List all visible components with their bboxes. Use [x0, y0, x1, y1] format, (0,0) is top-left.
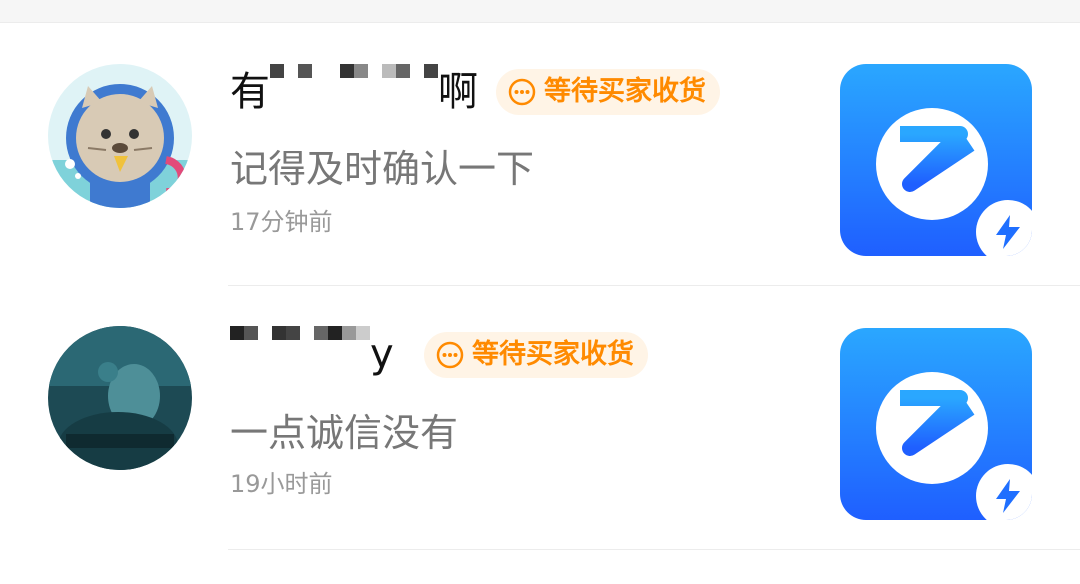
last-message: 记得及时确认一下	[230, 147, 535, 191]
item-thumbnail[interactable]	[840, 64, 1032, 256]
status-badge: 等待买家收货	[424, 332, 648, 378]
name-mosaic	[270, 64, 438, 116]
name-visible-start: 有	[230, 69, 270, 115]
name-visible-end: 啊	[438, 69, 478, 115]
top-strip	[0, 0, 1080, 23]
seal-astronaut-avatar	[48, 64, 192, 208]
timestamp: 19小时前	[230, 470, 333, 498]
last-message: 一点诚信没有	[230, 411, 459, 455]
avatar[interactable]	[48, 64, 192, 208]
conversation-item[interactable]: y 等待买家收货 一点诚信没有 19小时前	[0, 288, 1080, 550]
dots-circle-icon	[436, 341, 464, 369]
dark-portrait-avatar	[48, 326, 192, 470]
divider	[228, 549, 1080, 550]
item-thumbnail[interactable]	[840, 328, 1032, 520]
lightning-icon	[996, 479, 1020, 513]
status-badge: 等待买家收货	[496, 69, 720, 115]
conversation-item[interactable]: 有啊 等待买家收货 记得及时确认一下 17分钟前	[0, 24, 1080, 286]
contact-name[interactable]: y	[230, 326, 394, 380]
divider	[228, 285, 1080, 286]
dots-circle-icon	[508, 78, 536, 106]
status-badge-label: 等待买家收货	[472, 339, 634, 370]
contact-name[interactable]: 有啊	[230, 64, 478, 118]
name-visible-end: y	[370, 331, 394, 377]
status-badge-label: 等待买家收货	[544, 76, 706, 107]
bolt-badge	[976, 200, 1032, 256]
name-mosaic	[230, 326, 370, 378]
bolt-badge	[976, 464, 1032, 520]
avatar[interactable]	[48, 326, 192, 470]
timestamp: 17分钟前	[230, 208, 333, 236]
lightning-icon	[996, 215, 1020, 249]
